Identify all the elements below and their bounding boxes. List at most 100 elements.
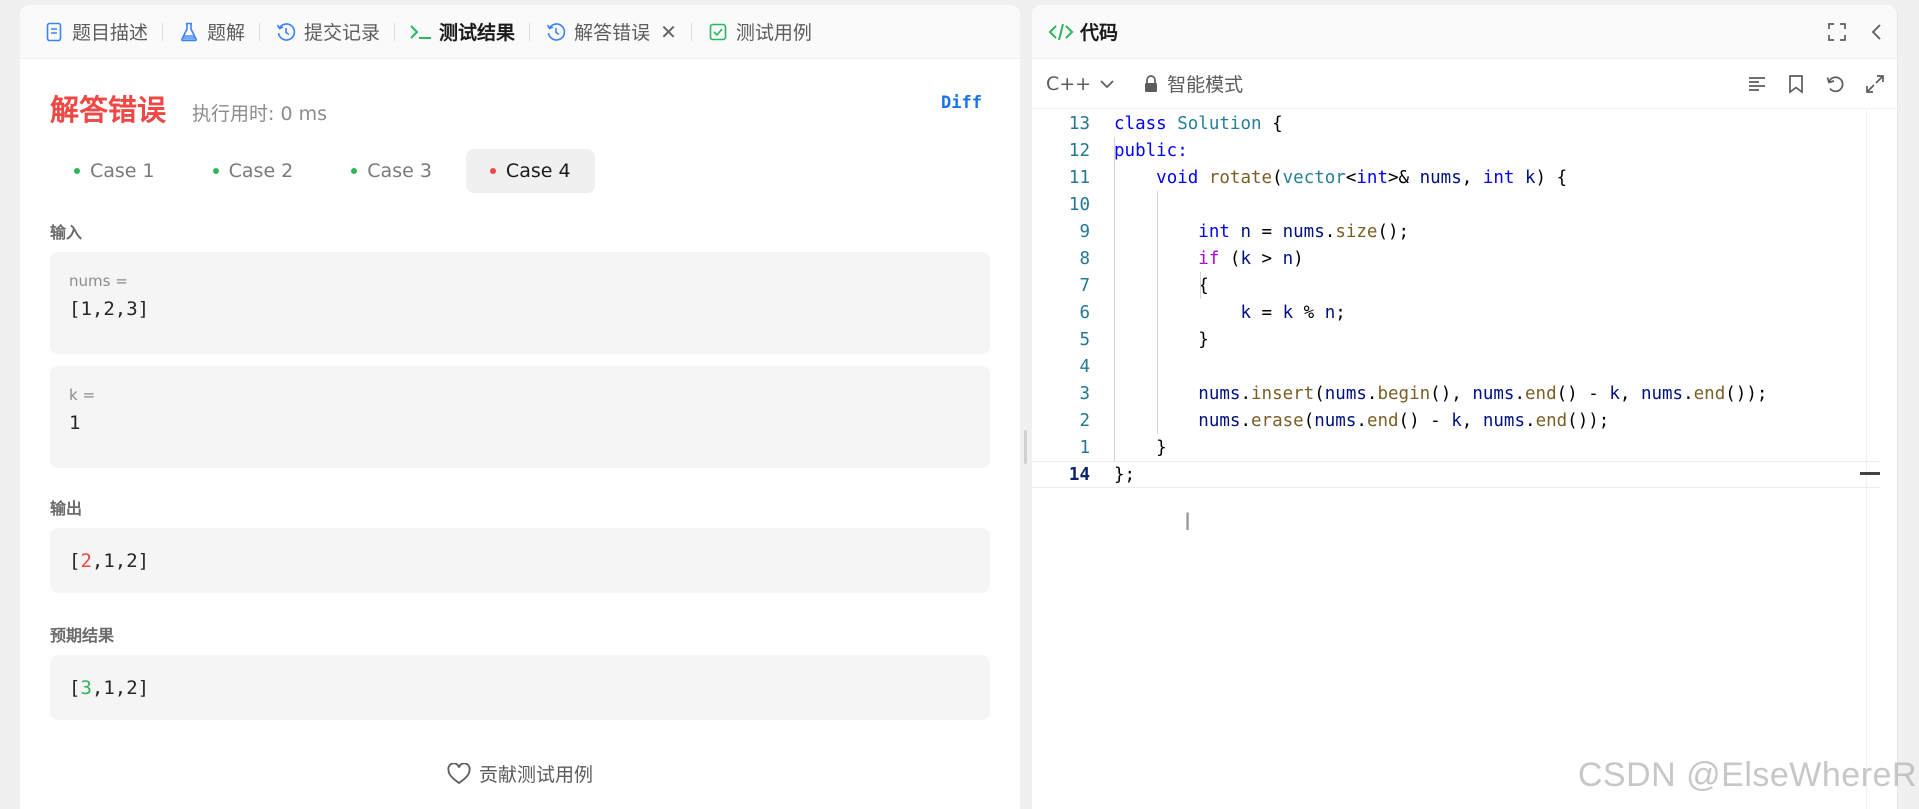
case-label: Case 2 bbox=[228, 160, 294, 182]
code-text: void rotate(vector<int>& nums, int k) { bbox=[1156, 167, 1568, 188]
code-text: class Solution { bbox=[1114, 113, 1283, 134]
lock-icon bbox=[1145, 74, 1158, 92]
code-line[interactable]: 8 if (k > n) bbox=[1032, 245, 1880, 272]
language-value: C++ bbox=[1046, 72, 1092, 95]
collapse-icon[interactable] bbox=[1869, 22, 1883, 42]
code-icon bbox=[1048, 23, 1074, 40]
result-header: 解答错误 执行用时: 0 ms bbox=[50, 87, 327, 129]
code-text: } bbox=[1114, 437, 1167, 458]
code-line[interactable]: 3 nums.insert(nums.begin(), nums.end() -… bbox=[1032, 380, 1880, 407]
code-line[interactable]: 7 { bbox=[1032, 272, 1880, 299]
code-text: }; bbox=[1114, 464, 1136, 485]
case-label: Case 1 bbox=[90, 160, 155, 182]
expand-icon[interactable] bbox=[1865, 74, 1885, 94]
diff-char: 3 bbox=[80, 676, 92, 699]
left-panel: 题目描述 题解 提交记录 测试结果 解答错误 ✕ 测试用例 解答错误 执行用时:… bbox=[20, 5, 1020, 809]
line-number: 2 bbox=[1079, 410, 1090, 431]
contribute-testcase-button[interactable]: 贡献测试用例 bbox=[20, 760, 1020, 787]
input-name: k = bbox=[69, 386, 96, 404]
line-number: 8 bbox=[1079, 248, 1090, 269]
code-line[interactable]: 1 } bbox=[1032, 434, 1880, 461]
diff-char: 2 bbox=[80, 549, 92, 572]
code-line[interactable]: 13 class Solution { bbox=[1032, 110, 1880, 137]
case-label: Case 4 bbox=[505, 160, 571, 182]
line-number: 9 bbox=[1079, 221, 1090, 242]
line-number: 7 bbox=[1079, 275, 1090, 296]
code-line[interactable]: 2 nums.erase(nums.end() - k, nums.end())… bbox=[1032, 407, 1880, 434]
checkbox-icon bbox=[706, 20, 730, 44]
result-status: 解答错误 bbox=[50, 93, 167, 127]
output-value: [2,1,2] bbox=[69, 549, 150, 572]
tab-divider bbox=[529, 22, 531, 41]
expected-value: [3,1,2] bbox=[69, 676, 150, 699]
pass-dot-icon bbox=[351, 168, 358, 174]
tab-test-result[interactable]: 测试结果 bbox=[405, 5, 519, 59]
fullscreen-icon[interactable] bbox=[1827, 22, 1847, 42]
case-tab-4[interactable]: Case 4 bbox=[465, 149, 595, 193]
code-text: public: bbox=[1114, 140, 1188, 161]
tab-description[interactable]: 题目描述 bbox=[38, 5, 152, 59]
tab-wrong-answer[interactable]: 解答错误 ✕ bbox=[540, 5, 681, 59]
code-text: if (k > n) bbox=[1198, 248, 1304, 269]
line-number: 13 bbox=[1068, 113, 1090, 134]
case-tab-2[interactable]: Case 2 bbox=[189, 149, 318, 193]
bookmark-icon[interactable] bbox=[1787, 74, 1805, 94]
code-line[interactable]: 14}; bbox=[1032, 461, 1880, 488]
panel-resize-handle[interactable] bbox=[1024, 430, 1027, 464]
close-icon[interactable]: ✕ bbox=[660, 20, 677, 44]
editor-scrollbar[interactable] bbox=[1866, 110, 1880, 809]
output-label: 输出 bbox=[50, 499, 83, 518]
pass-dot-icon bbox=[212, 168, 219, 174]
line-number: 6 bbox=[1079, 302, 1090, 323]
case-tab-1[interactable]: Case 1 bbox=[50, 149, 179, 193]
code-line[interactable]: 11 void rotate(vector<int>& nums, int k)… bbox=[1032, 164, 1880, 191]
line-number: 10 bbox=[1068, 194, 1090, 215]
format-icon[interactable] bbox=[1747, 74, 1767, 94]
code-text: nums.erase(nums.end() - k, nums.end()); bbox=[1198, 410, 1610, 431]
diff-button[interactable]: Diff bbox=[941, 93, 982, 113]
case-tab-3[interactable]: Case 3 bbox=[327, 149, 456, 193]
tab-test-result-label: 测试结果 bbox=[439, 22, 516, 44]
indent-guide bbox=[1157, 191, 1158, 434]
smart-mode-toggle[interactable]: 智能模式 bbox=[1143, 70, 1243, 97]
output-box: [2,1,2] bbox=[50, 528, 990, 593]
input-box-nums: nums = [1,2,3] bbox=[50, 252, 990, 354]
scrollbar-cursor-marker bbox=[1860, 472, 1880, 475]
input-value: 1 bbox=[69, 412, 81, 434]
code-editor[interactable]: 13 class Solution { 12 public: 11 void rotat… bbox=[1032, 110, 1880, 809]
input-name: nums = bbox=[69, 272, 128, 290]
text-cursor-icon: I bbox=[1184, 508, 1192, 536]
line-number: 5 bbox=[1079, 329, 1090, 350]
tab-divider bbox=[690, 22, 692, 41]
tab-divider bbox=[162, 22, 164, 41]
expected-label: 预期结果 bbox=[50, 626, 115, 645]
tab-solutions-label: 题解 bbox=[207, 22, 246, 44]
reset-icon[interactable] bbox=[1825, 74, 1845, 94]
tab-wrong-answer-label: 解答错误 bbox=[574, 22, 651, 44]
indent-guide bbox=[1200, 272, 1201, 299]
chevron-down-icon bbox=[1100, 79, 1114, 88]
language-select[interactable]: C++ bbox=[1046, 73, 1115, 95]
code-text: } bbox=[1114, 329, 1209, 350]
tab-testcases[interactable]: 测试用例 bbox=[702, 5, 816, 59]
tab-solutions[interactable]: 题解 bbox=[173, 5, 249, 59]
line-number: 4 bbox=[1079, 356, 1090, 377]
code-line[interactable]: 9 int n = nums.size(); bbox=[1032, 218, 1880, 245]
code-panel-title: 代码 bbox=[1080, 22, 1119, 44]
tab-testcases-label: 测试用例 bbox=[735, 22, 812, 44]
code-line[interactable]: 12 public: bbox=[1032, 137, 1880, 164]
code-line[interactable]: 4 bbox=[1032, 353, 1880, 380]
code-line[interactable]: 6 k = k % n; bbox=[1032, 299, 1880, 326]
history-icon bbox=[544, 20, 568, 44]
tab-submissions[interactable]: 提交记录 bbox=[270, 5, 384, 59]
smart-mode-label: 智能模式 bbox=[1167, 74, 1244, 96]
line-number: 3 bbox=[1079, 383, 1090, 404]
flask-icon bbox=[177, 20, 201, 44]
history-icon bbox=[274, 20, 298, 44]
code-line[interactable]: 10 bbox=[1032, 191, 1880, 218]
code-line[interactable]: 5 } bbox=[1032, 326, 1880, 353]
line-number: 14 bbox=[1068, 464, 1090, 485]
tab-bar: 题目描述 题解 提交记录 测试结果 解答错误 ✕ 测试用例 bbox=[20, 5, 1020, 59]
code-text: { bbox=[1114, 275, 1209, 296]
pass-dot-icon bbox=[74, 168, 80, 174]
